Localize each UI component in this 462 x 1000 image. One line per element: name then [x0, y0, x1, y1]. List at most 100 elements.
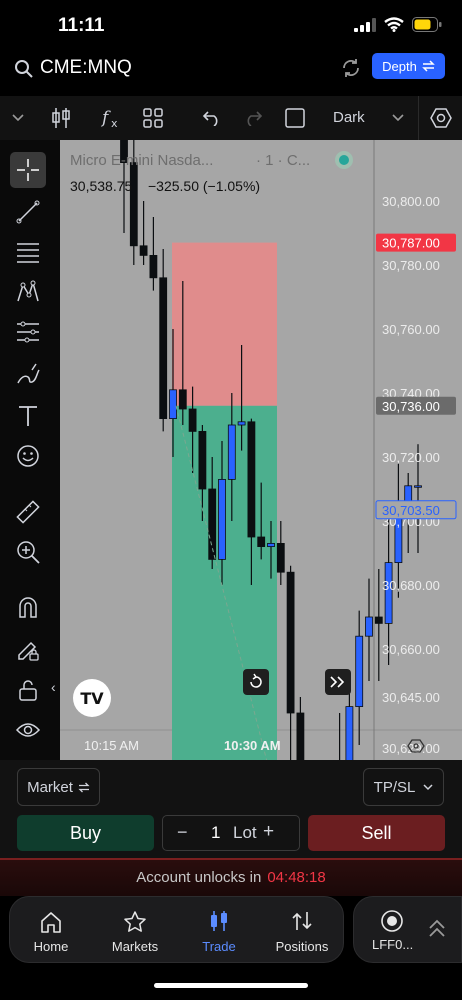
indicators-fx-icon[interactable]: fx	[98, 96, 124, 140]
signal-icon	[354, 17, 376, 32]
collapse-chevron-icon[interactable]	[6, 96, 30, 140]
unlock-icon[interactable]	[10, 672, 46, 708]
candle-body-down	[374, 616, 383, 624]
nav-markets-label: Markets	[111, 939, 159, 954]
increase-quantity-button[interactable]: +	[263, 821, 274, 843]
quantity-stepper: − 1 Lot +	[162, 815, 300, 851]
quantity-unit: Lot	[233, 823, 257, 842]
order-type-button[interactable]: Market	[17, 768, 100, 806]
price-tag-red: 30,787.00	[376, 233, 456, 252]
candle-body-up	[267, 542, 275, 547]
quantity-input[interactable]: 1	[211, 823, 220, 843]
status-time: 11:11	[58, 15, 105, 36]
redo-icon[interactable]	[241, 96, 265, 140]
buy-button[interactable]: Buy	[17, 815, 154, 851]
candle-body-up	[365, 616, 373, 637]
price-tag-gray: 30,736.00	[376, 396, 456, 415]
unlock-text: Account unlocks in	[136, 869, 262, 886]
sell-button[interactable]: Sell	[308, 815, 445, 851]
status-bar: 11:11	[0, 0, 462, 48]
scroll-to-latest-icon[interactable]	[325, 669, 351, 695]
depth-button[interactable]: Depth	[372, 53, 445, 79]
candle-body-down	[286, 571, 295, 714]
price-tick-label: 30,760.00	[382, 322, 440, 337]
magnet-icon[interactable]	[10, 590, 46, 626]
candles-icon	[184, 907, 254, 933]
time-label-2: 10:30 AM	[224, 738, 281, 753]
candle-body-down	[129, 162, 138, 247]
nav-positions-label: Positions	[275, 939, 329, 954]
zoom-in-icon[interactable]	[10, 534, 46, 570]
candle-body-down	[188, 408, 197, 432]
battery-icon	[412, 17, 442, 32]
account-unlock-banner: Account unlocks in 04:48:18	[0, 858, 462, 896]
emoji-icon[interactable]	[10, 438, 46, 474]
nav-trade-label: Trade	[202, 939, 236, 954]
candle-body-down	[159, 277, 168, 420]
swap-icon	[78, 782, 90, 792]
positions-icon	[266, 907, 338, 933]
trend-line-icon[interactable]	[10, 194, 46, 230]
wifi-icon	[384, 17, 404, 32]
stop-loss-zone[interactable]	[172, 242, 277, 406]
candle-body-up	[169, 389, 177, 420]
layouts-grid-icon[interactable]	[140, 96, 166, 140]
text-tool-icon[interactable]	[10, 398, 46, 434]
ruler-icon[interactable]	[10, 494, 46, 530]
fib-retracement-icon[interactable]	[10, 234, 46, 270]
reset-chart-icon[interactable]	[243, 669, 269, 695]
price-tick-label: 30,680.00	[382, 578, 440, 593]
refresh-icon[interactable]	[340, 57, 362, 84]
account-switcher[interactable]: LFF0...	[353, 896, 462, 963]
nav-home[interactable]: Home	[16, 907, 86, 957]
candle-body-down	[257, 536, 266, 548]
nav-trade[interactable]: Trade	[184, 907, 254, 957]
price-tag-label: 30,787.00	[382, 236, 440, 251]
tpsl-label: TP/SL	[373, 778, 416, 796]
candle-body-down	[276, 542, 285, 573]
candle-body-down	[139, 245, 148, 256]
price-chart[interactable]: 30,800.0030,780.0030,760.0030,740.0030,7…	[60, 140, 462, 760]
status-icons	[354, 17, 442, 32]
legend-interval: · 1 · C...	[256, 152, 310, 169]
legend-title: Micro E-mini Nasda...	[70, 152, 213, 169]
settings-hexagon-icon[interactable]	[418, 96, 462, 140]
expand-up-chevron-icon[interactable]	[428, 919, 446, 944]
candle-body-up	[355, 635, 364, 708]
tradingview-logo: TV	[73, 679, 111, 717]
theme-chevron-icon[interactable]	[390, 96, 406, 140]
home-indicator	[154, 983, 308, 988]
candle-body-up	[345, 706, 354, 760]
undo-icon[interactable]	[200, 96, 224, 140]
take-profit-zone[interactable]	[172, 405, 277, 760]
fullscreen-square-icon[interactable]	[283, 96, 307, 140]
crosshair-icon[interactable]	[10, 152, 46, 188]
candle-body-down	[178, 389, 187, 410]
candle-body-up	[227, 424, 236, 480]
candle-body-up	[218, 478, 226, 560]
nav-positions[interactable]: Positions	[266, 907, 338, 957]
svg-text:f: f	[100, 108, 111, 128]
theme-selector[interactable]: Dark	[333, 109, 365, 126]
tpsl-dropdown[interactable]: TP/SL	[363, 768, 444, 806]
forecast-tool-icon[interactable]	[10, 314, 46, 350]
time-label-1: 10:15 AM	[84, 738, 139, 753]
chart-type-candles-icon[interactable]	[48, 96, 74, 140]
drawing-toolbar	[0, 140, 60, 760]
account-avatar-icon	[380, 909, 404, 938]
lock-drawings-icon[interactable]	[10, 632, 46, 668]
decrease-quantity-button[interactable]: −	[177, 822, 188, 843]
price-tick-label: 30,645.00	[382, 690, 440, 705]
nav-home-label: Home	[33, 939, 69, 954]
price-tag-blue: 30,703.50	[375, 500, 457, 520]
nav-markets[interactable]: Markets	[100, 907, 170, 957]
price-tick-label: 30,780.00	[382, 258, 440, 273]
depth-label: Depth	[382, 58, 417, 74]
candle-body-up	[384, 562, 393, 624]
symbol-search-input[interactable]: CME:MNQ	[40, 57, 132, 79]
left-expand-chevron-icon[interactable]: ‹	[51, 679, 56, 695]
hide-drawings-eye-icon[interactable]	[10, 712, 46, 748]
brush-icon[interactable]	[10, 356, 46, 392]
pattern-tool-icon[interactable]	[10, 274, 46, 310]
search-icon[interactable]	[14, 59, 34, 84]
